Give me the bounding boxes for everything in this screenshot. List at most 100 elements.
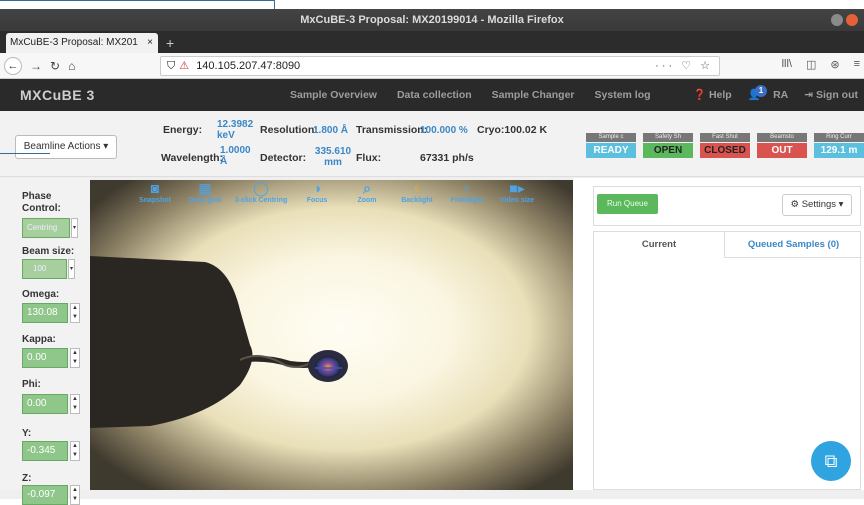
frontlight-button[interactable]: ♀ Frontlight [442, 180, 492, 206]
tab-title: MxCuBE-3 Proposal: MX201 [10, 37, 138, 48]
tab-close-icon[interactable]: × [147, 33, 153, 53]
flux-value: 67331 ph/s [420, 152, 474, 164]
beam-size-label: Beam size: [22, 246, 75, 257]
omega-label: Omega: [22, 289, 60, 300]
z-label: Z: [22, 473, 32, 484]
home-icon[interactable]: ⌂ [68, 59, 75, 73]
snapshot-button[interactable]: ◙ Snapshot [130, 180, 180, 206]
y-label: Y: [22, 428, 32, 439]
circle-icon: ◯ [253, 180, 269, 196]
resolution-label: Resolution: [260, 124, 318, 136]
safety-shutter-status[interactable]: OPEN [643, 143, 693, 158]
zoom-button[interactable]: ⌕ Zoom [342, 180, 392, 206]
energy-value[interactable]: 12.3982 keV [217, 119, 255, 141]
phase-control-label: Phase Control: [22, 191, 61, 214]
transmission-value[interactable]: 100.000 % [420, 125, 468, 136]
grid-icon: ▦ [198, 180, 212, 196]
beamstop-head: Beamsto [757, 133, 807, 142]
window-controls [831, 14, 858, 26]
beamline-actions-button[interactable]: Beamline Actions ▾ [15, 135, 117, 159]
menu-icon[interactable]: ≡ [854, 58, 860, 71]
snapshot-label: Snapshot [139, 197, 171, 204]
phi-input[interactable]: 0.00 [22, 394, 68, 414]
help-label: Help [708, 89, 732, 101]
detector-label: Detector: [260, 152, 307, 164]
flux-label: Flux: [356, 152, 382, 164]
tab-queued-samples[interactable]: Queued Samples (0) [724, 232, 862, 258]
kappa-input[interactable]: 0.00 [22, 348, 68, 368]
tab-bar: MxCuBE-3 Proposal: MX201 × + [0, 31, 864, 53]
resolution-value[interactable]: 1.800 Å [313, 125, 348, 136]
nav-sample-changer[interactable]: Sample Changer [492, 79, 575, 111]
three-click-centring-label: 3-click Centring [234, 197, 288, 204]
nav-sample-overview[interactable]: Sample Overview [290, 79, 377, 111]
account-icon[interactable]: ⊛ [830, 58, 839, 71]
detector-value[interactable]: 335.610 mm [313, 146, 353, 168]
crystal-drop [315, 356, 341, 378]
new-tab-button[interactable]: + [166, 33, 174, 53]
frame-line [274, 0, 275, 9]
user-badge: 1 [754, 85, 768, 97]
user-menu[interactable]: 👤1 RA [748, 79, 788, 111]
y-stepper[interactable]: ▲ ▼ [70, 441, 80, 461]
help-link[interactable]: ❓ Help [693, 79, 732, 111]
frame-line [0, 153, 50, 154]
sidebar-icon[interactable]: ◫ [806, 58, 816, 71]
sign-out-icon: ⇥ [804, 89, 814, 101]
tab-current[interactable]: Current [594, 232, 724, 258]
url-bar[interactable]: ⛉ ⚠ 140.105.207.47:8090 ··· ♡ ☆ [160, 56, 720, 76]
user-nav: ❓ Help 👤1 RA ⇥ Sign out [693, 79, 858, 111]
omega-input[interactable]: 130.08 [22, 303, 68, 323]
forward-icon[interactable]: → [30, 59, 42, 73]
sample-changer-status-head: Sample c [586, 133, 636, 142]
wavelength-value[interactable]: 1.0000 Å [220, 145, 251, 167]
close-button[interactable] [846, 14, 858, 26]
draw-grid-button[interactable]: ▦ Draw grid [180, 180, 230, 206]
library-icon[interactable]: lll\ [782, 58, 792, 71]
kappa-stepper[interactable]: ▲ ▼ [70, 348, 80, 368]
app-brand[interactable]: MXCuBE 3 [20, 87, 95, 103]
sample-changer-status[interactable]: READY [586, 143, 636, 158]
sample-video-view[interactable]: ◙ Snapshot ▦ Draw grid ◯ 3-click Centring ◑… [90, 180, 573, 490]
camera-icon: ◙ [150, 180, 160, 196]
focus-button[interactable]: ◑ Focus [292, 180, 342, 206]
backlight-button[interactable]: ♀ Backlight [392, 180, 442, 206]
chevron-down-icon[interactable]: ▾ [68, 259, 75, 279]
chat-icon[interactable]: ⧉ [811, 441, 851, 481]
zoom-label: Zoom [357, 197, 377, 204]
help-icon: ❓ [692, 89, 707, 101]
settings-button[interactable]: ⚙ Settings ▾ [782, 194, 852, 216]
bulb-icon: ♀ [411, 180, 423, 196]
chevron-down-icon[interactable]: ▾ [71, 218, 78, 238]
nav-system-log[interactable]: System log [595, 79, 651, 111]
sign-out-link[interactable]: ⇥ Sign out [804, 79, 858, 111]
nav-data-collection[interactable]: Data collection [397, 79, 472, 111]
z-stepper[interactable]: ▲ ▼ [70, 485, 80, 505]
transmission-label: Transmission: [356, 124, 428, 136]
ring-current-status: 129.1 m [814, 143, 864, 158]
y-input[interactable]: -0.345 [22, 441, 68, 461]
phase-control-select[interactable]: Centring [22, 218, 70, 238]
wavelength-label: Wavelength: [161, 152, 224, 164]
omega-stepper[interactable]: ▲ ▼ [70, 303, 80, 323]
motor-sidebar: Phase Control: Centring ▾ Beam size: 100… [0, 178, 90, 505]
energy-label: Energy: [163, 124, 203, 136]
reload-icon[interactable]: ↻ [50, 59, 60, 73]
z-input[interactable]: -0.097 [22, 485, 68, 505]
bulb-icon: ♀ [461, 180, 473, 196]
phi-stepper[interactable]: ▲ ▼ [70, 394, 80, 414]
fast-shutter-status[interactable]: CLOSED [700, 143, 750, 158]
run-queue-button[interactable]: Run Queue [597, 194, 658, 214]
phi-label: Phi: [22, 379, 41, 390]
beam-size-select[interactable]: 100 [22, 259, 67, 279]
video-size-button[interactable]: ■▸ Video size [492, 180, 542, 206]
beamstop-status[interactable]: OUT [757, 143, 807, 158]
cryo-value: 100.02 K [504, 124, 548, 136]
cryo-label-text: Cryo: [477, 124, 505, 136]
backlight-label: Backlight [401, 197, 433, 204]
three-click-centring-button[interactable]: ◯ 3-click Centring [230, 180, 292, 206]
browser-tab[interactable]: MxCuBE-3 Proposal: MX201 × [6, 33, 158, 53]
minimize-button[interactable] [831, 14, 843, 26]
page-actions[interactable]: ··· ♡ ☆ [655, 57, 713, 75]
back-icon[interactable]: ← [4, 56, 22, 75]
